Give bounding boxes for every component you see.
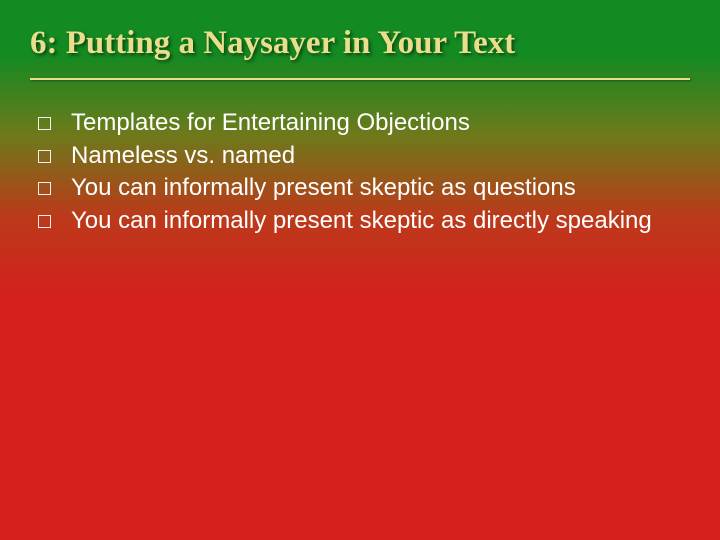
list-item: Nameless vs. named — [38, 141, 690, 172]
list-item: You can informally present skeptic as di… — [38, 206, 690, 237]
square-bullet-icon — [38, 150, 51, 163]
title-underline — [30, 78, 690, 80]
list-item-text: You can informally present skeptic as di… — [71, 206, 652, 237]
list-item-text: Nameless vs. named — [71, 141, 295, 172]
slide-body: Templates for Entertaining Objections Na… — [38, 108, 690, 239]
square-bullet-icon — [38, 182, 51, 195]
list-item: Templates for Entertaining Objections — [38, 108, 690, 139]
list-item-text: You can informally present skeptic as qu… — [71, 173, 576, 204]
square-bullet-icon — [38, 215, 51, 228]
list-item-text: Templates for Entertaining Objections — [71, 108, 470, 139]
slide-title: 6: Putting a Naysayer in Your Text — [30, 24, 690, 74]
list-item: You can informally present skeptic as qu… — [38, 173, 690, 204]
slide: 6: Putting a Naysayer in Your Text Templ… — [0, 0, 720, 540]
square-bullet-icon — [38, 117, 51, 130]
